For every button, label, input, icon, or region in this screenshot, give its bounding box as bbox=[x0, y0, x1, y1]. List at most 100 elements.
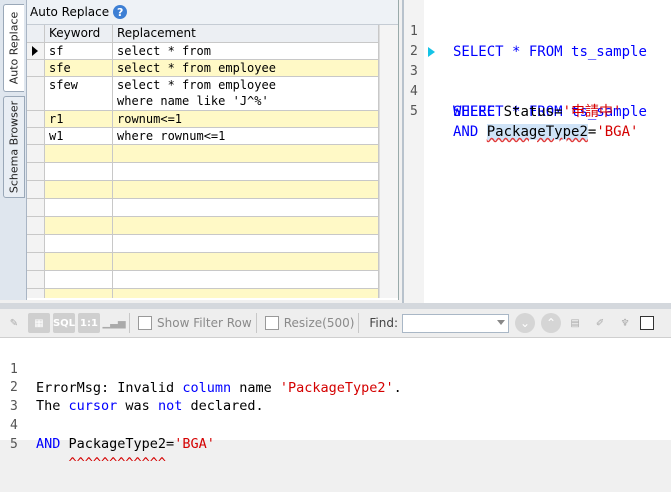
empty-row[interactable] bbox=[27, 163, 379, 181]
tab-schema-browser[interactable]: Schema Browser bbox=[3, 96, 25, 198]
message-line: 4 AND PackageType2='BGA' bbox=[0, 397, 671, 452]
string-token: 'BGA' bbox=[596, 124, 639, 140]
replacement-cell[interactable]: select * from employee where name like '… bbox=[113, 77, 379, 111]
editor-line[interactable]: 1 SELECT * FROM ts_sample bbox=[404, 2, 671, 60]
replacement-cell[interactable]: rownum<=1 bbox=[113, 111, 379, 128]
auto-replace-grid: Keyword Replacement sf select * from sfe… bbox=[27, 25, 379, 298]
auto-replace-panel: Auto Replace ? Keyword Replacement sf se… bbox=[27, 0, 399, 300]
editor-line[interactable]: 2 bbox=[404, 22, 671, 59]
replacement-cell[interactable] bbox=[113, 145, 379, 163]
row-indicator bbox=[27, 77, 45, 111]
replacement-cell[interactable] bbox=[113, 163, 379, 181]
keyword-cell[interactable] bbox=[45, 163, 113, 181]
keyword-cell[interactable] bbox=[45, 289, 113, 298]
find-next-icon[interactable]: ⌄ bbox=[515, 313, 536, 333]
code-text: AND PackageType2='BGA' bbox=[453, 122, 638, 142]
row-indicator bbox=[27, 199, 45, 217]
replacement-cell[interactable]: select * from employee bbox=[113, 60, 379, 77]
empty-row[interactable] bbox=[27, 289, 379, 298]
tab-auto-replace[interactable]: Auto Replace bbox=[3, 4, 24, 92]
message-line: 5 ^^^^^^^^^^^^ bbox=[0, 416, 671, 471]
replacement-cell[interactable] bbox=[113, 181, 379, 199]
empty-row[interactable] bbox=[27, 235, 379, 253]
highlight-icon[interactable]: ✐ bbox=[589, 313, 611, 333]
message-line: 1 ErrorMsg: Invalid column name 'Package… bbox=[0, 341, 671, 396]
keyword-cell[interactable]: w1 bbox=[45, 128, 113, 145]
table-row[interactable]: r1 rownum<=1 bbox=[27, 111, 379, 128]
grid-view-icon[interactable]: ▦ bbox=[28, 313, 50, 333]
line-number: 5 bbox=[410, 104, 418, 119]
chart-icon[interactable]: ▁▃▅ bbox=[102, 313, 125, 333]
auto-replace-header: Auto Replace ? bbox=[27, 0, 398, 25]
editor-line[interactable]: 4 WHERE Status='申請中' bbox=[404, 62, 671, 120]
keyword-cell[interactable] bbox=[45, 181, 113, 199]
replacement-cell[interactable] bbox=[113, 253, 379, 271]
replacement-cell[interactable] bbox=[113, 289, 379, 298]
messages-panel[interactable]: 1 ErrorMsg: Invalid column name 'Package… bbox=[0, 338, 671, 471]
table-row[interactable]: sf select * from bbox=[27, 43, 379, 60]
row-indicator bbox=[27, 145, 45, 163]
editor-line-current[interactable]: 3 SELECT * FROM ts_sample bbox=[404, 42, 671, 120]
column-header-replacement[interactable]: Replacement bbox=[113, 25, 379, 43]
tab-schema-browser-label: Schema Browser bbox=[7, 100, 21, 194]
find-previous-icon[interactable]: ⌃ bbox=[541, 313, 562, 333]
replacement-cell[interactable]: select * from bbox=[113, 43, 379, 60]
dropdown-arrow-icon[interactable] bbox=[497, 319, 506, 325]
error-highlighted-identifier[interactable]: PackageType2 bbox=[486, 124, 588, 140]
pin-icon[interactable]: ✎ bbox=[3, 313, 25, 333]
line-number: 5 bbox=[10, 437, 18, 452]
keyword-cell[interactable]: sf bbox=[45, 43, 113, 60]
keyword-cell[interactable]: sfew bbox=[45, 77, 113, 111]
row-indicator bbox=[27, 235, 45, 253]
replacement-cell[interactable] bbox=[113, 235, 379, 253]
empty-row[interactable] bbox=[27, 181, 379, 199]
option-checkbox[interactable] bbox=[640, 316, 655, 330]
editor-line[interactable]: 5 AND PackageType2='BGA' bbox=[404, 82, 671, 140]
keyword-cell[interactable] bbox=[45, 217, 113, 235]
empty-row[interactable] bbox=[27, 217, 379, 235]
keyword-cell[interactable] bbox=[45, 199, 113, 217]
replacement-cell[interactable] bbox=[113, 271, 379, 289]
table-row[interactable]: sfe select * from employee bbox=[27, 60, 379, 77]
keyword-token: AND bbox=[36, 436, 61, 452]
replacement-cell[interactable]: where rownum<=1 bbox=[113, 128, 379, 145]
help-icon[interactable]: ? bbox=[113, 5, 128, 19]
empty-row[interactable] bbox=[27, 271, 379, 289]
keyword-token: AND bbox=[453, 124, 479, 140]
row-indicator bbox=[27, 271, 45, 289]
string-token: '申請中' bbox=[562, 104, 622, 120]
keyword-cell[interactable] bbox=[45, 271, 113, 289]
toolbar-separator bbox=[129, 313, 130, 333]
keyword-cell[interactable]: r1 bbox=[45, 111, 113, 128]
keyword-cell[interactable] bbox=[45, 253, 113, 271]
current-statement-arrow-icon bbox=[428, 47, 435, 57]
empty-row[interactable] bbox=[27, 253, 379, 271]
toolbar-separator bbox=[255, 313, 257, 333]
current-row-arrow-icon bbox=[32, 46, 38, 56]
one-to-one-icon[interactable]: 1:1 bbox=[78, 313, 100, 333]
resize-checkbox[interactable] bbox=[264, 316, 279, 330]
table-row[interactable]: w1 where rownum<=1 bbox=[27, 128, 379, 145]
clear-brush-icon[interactable]: ♆ bbox=[614, 313, 636, 333]
empty-row[interactable] bbox=[27, 199, 379, 217]
message-segment: PackageType2= bbox=[60, 436, 175, 452]
replacement-cell[interactable] bbox=[113, 199, 379, 217]
toolbar-separator bbox=[358, 313, 360, 333]
show-filter-row-checkbox[interactable] bbox=[138, 316, 152, 330]
row-indicator bbox=[27, 253, 45, 271]
vertical-scrollbar[interactable] bbox=[379, 25, 398, 298]
sql-view-icon[interactable]: SQL bbox=[53, 313, 75, 333]
keyword-cell[interactable]: sfe bbox=[45, 60, 113, 77]
empty-row[interactable] bbox=[27, 145, 379, 163]
identifier-token: Status= bbox=[495, 104, 563, 120]
keyword-cell[interactable] bbox=[45, 235, 113, 253]
side-tab-strip: Auto Replace Schema Browser bbox=[0, 0, 27, 300]
column-header-keyword[interactable]: Keyword bbox=[45, 25, 113, 43]
table-row[interactable]: sfew select * from employee where name l… bbox=[27, 77, 379, 111]
keyword-cell[interactable] bbox=[45, 145, 113, 163]
find-input[interactable] bbox=[402, 313, 510, 333]
sql-editor[interactable]: 1 SELECT * FROM ts_sample 2 3 SELECT * F… bbox=[402, 0, 671, 303]
auto-replace-title: Auto Replace bbox=[30, 5, 110, 19]
replacement-cell[interactable] bbox=[113, 217, 379, 235]
calculator-icon[interactable]: ▤ bbox=[564, 313, 586, 333]
